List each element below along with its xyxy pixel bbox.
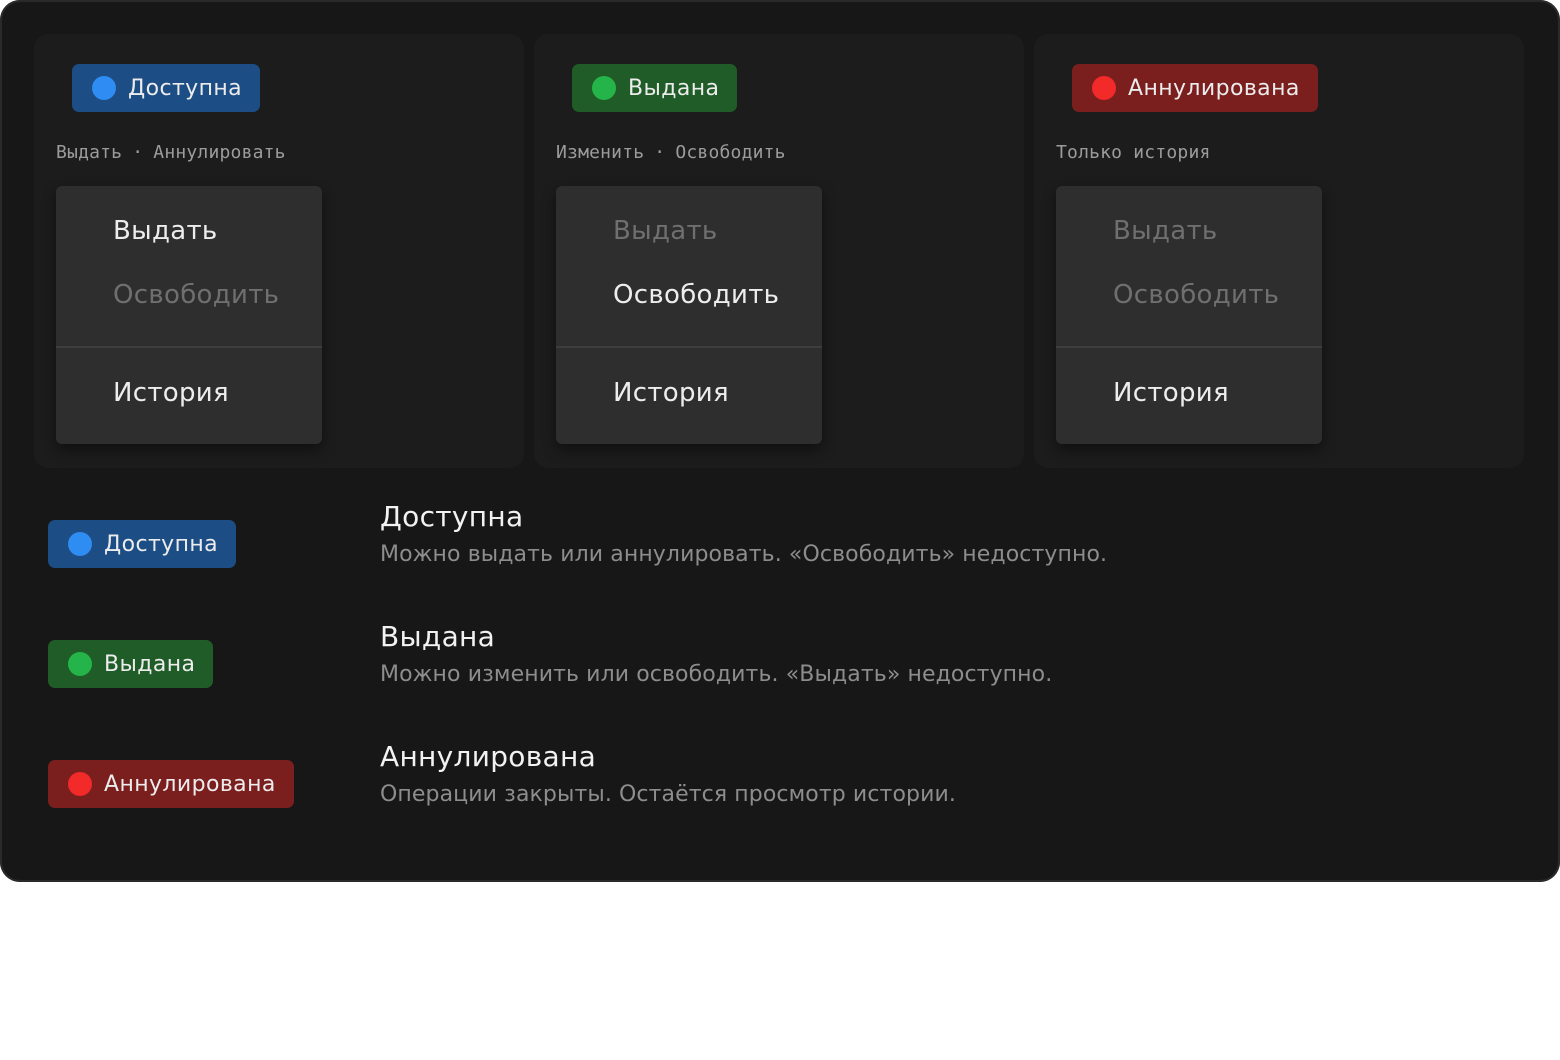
legend-description: Можно изменить или освободить. «Выдать» … — [380, 662, 1053, 687]
context-menu: Выдать Освободить История — [1056, 186, 1322, 444]
status-dot-icon — [592, 76, 616, 100]
menu-item-release[interactable]: Освободить — [613, 280, 779, 310]
status-card-issued: Выдана Изменить · Освободить Выдать Освобо… — [534, 34, 1024, 468]
status-dot-icon — [68, 772, 92, 796]
status-dot-icon — [68, 532, 92, 556]
status-badge-issued: Выдана — [572, 64, 738, 112]
status-badge-available: Доступна — [48, 520, 237, 568]
menu-item-release: Освободить — [1113, 280, 1280, 310]
status-dot-icon — [92, 76, 116, 100]
hint-action: Выдать — [56, 142, 123, 163]
legend-title: Аннулирована — [380, 740, 597, 773]
status-badge-label: Выдана — [628, 75, 720, 101]
hint-separator: · — [654, 142, 666, 163]
legend-row-cancelled: Аннулирована Аннулирована Операции закры… — [0, 740, 1560, 860]
hint-action: Изменить — [556, 142, 645, 163]
allowed-actions-hint: Изменить · Освободить — [556, 142, 786, 163]
menu-item-issue: Выдать — [613, 216, 718, 246]
status-cards: Доступна Выдать · Аннулировать Выдать Осво… — [34, 34, 1528, 468]
menu-divider — [1056, 346, 1322, 348]
status-badge-label: Аннулирована — [1128, 75, 1300, 101]
menu-item-issue: Выдать — [1113, 216, 1218, 246]
context-menu: Выдать Освободить История — [556, 186, 822, 444]
legend-title: Выдана — [380, 620, 496, 653]
status-card-cancelled: Аннулирована Только история Выдать Освоб… — [1034, 34, 1524, 468]
status-badge-issued: Выдана — [48, 640, 214, 688]
status-badge-label: Аннулирована — [104, 771, 276, 797]
legend-description: Операции закрыты. Остаётся просмотр исто… — [380, 782, 956, 807]
allowed-actions-hint: Выдать · Аннулировать — [56, 142, 286, 163]
menu-item-history[interactable]: История — [613, 378, 729, 408]
menu-item-release: Освободить — [113, 280, 280, 310]
legend-row-available: Доступна Доступна Можно выдать или аннул… — [0, 500, 1560, 620]
status-badge-label: Доступна — [104, 531, 219, 557]
status-reference-panel: Доступна Выдать · Аннулировать Выдать Осво… — [0, 0, 1560, 882]
hint-separator: · — [132, 142, 144, 163]
menu-divider — [56, 346, 322, 348]
legend-title: Доступна — [380, 500, 524, 533]
hint-action: Освободить — [675, 142, 786, 163]
menu-item-history[interactable]: История — [1113, 378, 1229, 408]
status-dot-icon — [68, 652, 92, 676]
status-dot-icon — [1092, 76, 1116, 100]
status-badge-cancelled: Аннулирована — [48, 760, 294, 808]
context-menu: Выдать Освободить История — [56, 186, 322, 444]
hint-action: Аннулировать — [153, 142, 286, 163]
status-badge-cancelled: Аннулирована — [1072, 64, 1318, 112]
menu-item-issue[interactable]: Выдать — [113, 216, 218, 246]
legend-row-issued: Выдана Выдана Можно изменить или освобод… — [0, 620, 1560, 740]
menu-divider — [556, 346, 822, 348]
allowed-actions-hint: Только история — [1056, 142, 1211, 163]
status-badge-label: Доступна — [128, 75, 243, 101]
menu-item-history[interactable]: История — [113, 378, 229, 408]
legend-description: Можно выдать или аннулировать. «Освободи… — [380, 542, 1108, 567]
status-badge-label: Выдана — [104, 651, 196, 677]
hint-action: Только история — [1056, 142, 1211, 163]
status-card-available: Доступна Выдать · Аннулировать Выдать Осво… — [34, 34, 524, 468]
status-badge-available: Доступна — [72, 64, 261, 112]
